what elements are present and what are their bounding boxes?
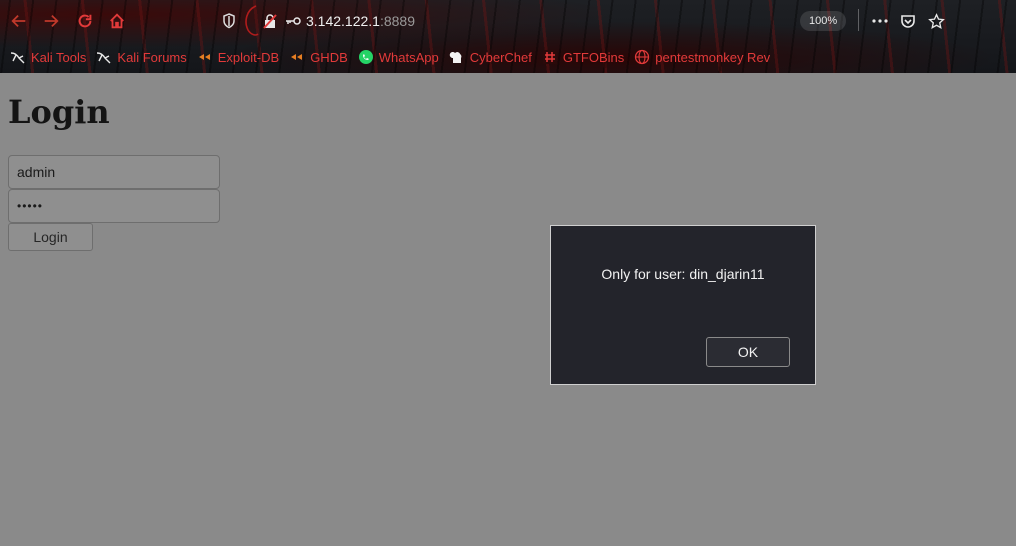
browser-chrome: 3.142.122.1:8889 100% Kali Tools Kali Fo… [0, 0, 1016, 73]
cyberchef-icon [449, 49, 465, 65]
reload-button[interactable] [74, 10, 96, 32]
reload-icon [78, 14, 92, 28]
username-input[interactable]: admin [8, 155, 220, 189]
bookmark-kali-tools[interactable]: Kali Tools [10, 49, 86, 65]
ok-button[interactable]: OK [706, 337, 790, 367]
bookmark-gtfobins[interactable]: GTFOBins [542, 49, 624, 65]
bookmark-label: Exploit-DB [217, 49, 280, 65]
password-input[interactable]: ••••• [8, 189, 220, 223]
back-button[interactable] [8, 10, 30, 32]
ghdb-icon [289, 49, 305, 65]
browser-toolbar: 3.142.122.1:8889 100% [0, 0, 1016, 42]
pocket-button[interactable] [898, 11, 918, 31]
key-icon [286, 17, 301, 25]
bookmark-kali-forums[interactable]: Kali Forums [96, 49, 187, 65]
bookmark-ghdb[interactable]: GHDB [289, 49, 348, 65]
page-content: Login admin ••••• Login [0, 73, 1016, 546]
toolbar-separator [858, 9, 859, 31]
login-button[interactable]: Login [8, 223, 93, 251]
bookmark-label: GTFOBins [562, 49, 625, 65]
bookmark-cyberchef[interactable]: CyberChef [449, 49, 532, 65]
pocket-icon [901, 15, 915, 28]
home-icon [110, 13, 124, 29]
globe-icon [634, 49, 650, 65]
alert-message: Only for user: din_djarin11 [601, 266, 765, 282]
page-actions-button[interactable] [870, 11, 890, 31]
bookmark-label: pentestmonkey Rev [655, 49, 771, 65]
bookmark-label: WhatsApp [378, 49, 439, 65]
kali-dragon-icon [10, 49, 26, 65]
bookmark-star-button[interactable] [926, 11, 946, 31]
page-title: Login [8, 93, 110, 131]
tracking-shield-icon [223, 13, 235, 29]
bookmark-exploit-db[interactable]: Exploit-DB [197, 49, 279, 65]
home-button[interactable] [106, 10, 128, 32]
alert-dialog: Only for user: din_djarin11 OK [550, 225, 816, 385]
bookmark-whatsapp[interactable]: WhatsApp [358, 49, 439, 65]
bookmarks-toolbar: Kali Tools Kali Forums Exploit-DB GHDB W… [0, 44, 1016, 70]
bookmark-label: GHDB [310, 49, 348, 65]
bookmark-pentestmonkey[interactable]: pentestmonkey Rev [634, 49, 770, 65]
url-host: 3.142.122.1 [306, 13, 380, 29]
more-dots-icon [872, 19, 888, 23]
bookmark-label: CyberChef [469, 49, 532, 65]
back-arrow-icon [11, 14, 26, 28]
url-bar[interactable]: 3.142.122.1:8889 [222, 5, 415, 36]
whatsapp-icon [358, 49, 374, 65]
gtfobins-icon [542, 49, 558, 65]
star-icon [927, 12, 945, 29]
bookmark-label: Kali Forums [117, 49, 187, 65]
kali-dragon-icon [96, 49, 112, 65]
insecure-lock-icon [263, 14, 277, 29]
url-port: :8889 [379, 13, 416, 29]
swirl-decoration-icon [245, 5, 259, 36]
bookmark-label: Kali Tools [31, 49, 87, 65]
exploit-db-icon [197, 49, 213, 65]
zoom-level-button[interactable]: 100% [800, 11, 847, 31]
forward-arrow-icon [44, 14, 59, 28]
forward-button[interactable] [40, 10, 62, 32]
url-text[interactable]: 3.142.122.1:8889 [306, 13, 415, 29]
